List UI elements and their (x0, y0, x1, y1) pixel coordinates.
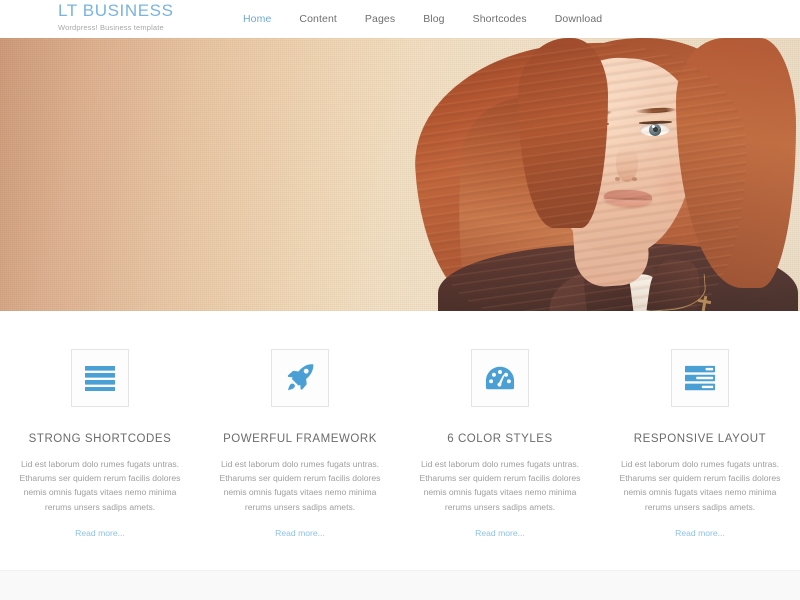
server-rows-icon[interactable] (671, 349, 729, 407)
hero-banner (0, 38, 800, 311)
feature-description: Lid est laborum dolo rumes fugats untras… (19, 459, 181, 512)
brand-tagline: Wordpress! Business template (58, 23, 164, 32)
feature-title: STRONG SHORTCODES (28, 433, 172, 445)
site-brand[interactable]: LT BUSINESS Wordpress! Business template (58, 2, 174, 32)
feature-description: Lid est laborum dolo rumes fugats untras… (619, 459, 781, 512)
feature-description: Lid est laborum dolo rumes fugats untras… (419, 459, 581, 512)
feature-description: Lid est laborum dolo rumes fugats untras… (219, 459, 381, 512)
dashboard-gauge-icon[interactable] (471, 349, 529, 407)
list-bars-icon[interactable] (71, 349, 129, 407)
feature-title: 6 COLOR STYLES (447, 433, 553, 445)
brand-title: LT BUSINESS (58, 1, 174, 20)
footer-band (0, 570, 800, 600)
page-root: LT BUSINESS Wordpress! Business template… (0, 0, 800, 600)
main-navigation: Home Content Pages Blog Shortcodes Downl… (243, 13, 616, 25)
nav-item-content[interactable]: Content (285, 13, 350, 25)
read-more-link[interactable]: Read more... (275, 528, 325, 538)
feature-title: POWERFUL FRAMEWORK (223, 433, 377, 445)
nav-item-home[interactable]: Home (243, 13, 285, 25)
rocket-icon[interactable] (271, 349, 329, 407)
read-more-link[interactable]: Read more... (675, 528, 725, 538)
nav-item-shortcodes[interactable]: Shortcodes (459, 13, 541, 25)
feature-card-color-styles: 6 COLOR STYLES Lid est laborum dolo rume… (400, 349, 600, 541)
feature-card-strong-shortcodes: STRONG SHORTCODES Lid est laborum dolo r… (0, 349, 200, 541)
nav-item-download[interactable]: Download (541, 13, 617, 25)
nav-item-blog[interactable]: Blog (409, 13, 458, 25)
nav-item-pages[interactable]: Pages (351, 13, 409, 25)
read-more-link[interactable]: Read more... (475, 528, 525, 538)
features-section: STRONG SHORTCODES Lid est laborum dolo r… (0, 311, 800, 541)
feature-card-responsive-layout: RESPONSIVE LAYOUT Lid est laborum dolo r… (600, 349, 800, 541)
feature-card-powerful-framework: POWERFUL FRAMEWORK Lid est laborum dolo … (200, 349, 400, 541)
hair-strand-texture (416, 44, 746, 311)
hero-person-portrait (398, 38, 800, 311)
feature-title: RESPONSIVE LAYOUT (633, 433, 767, 445)
site-header: LT BUSINESS Wordpress! Business template… (0, 0, 800, 38)
read-more-link[interactable]: Read more... (75, 528, 125, 538)
